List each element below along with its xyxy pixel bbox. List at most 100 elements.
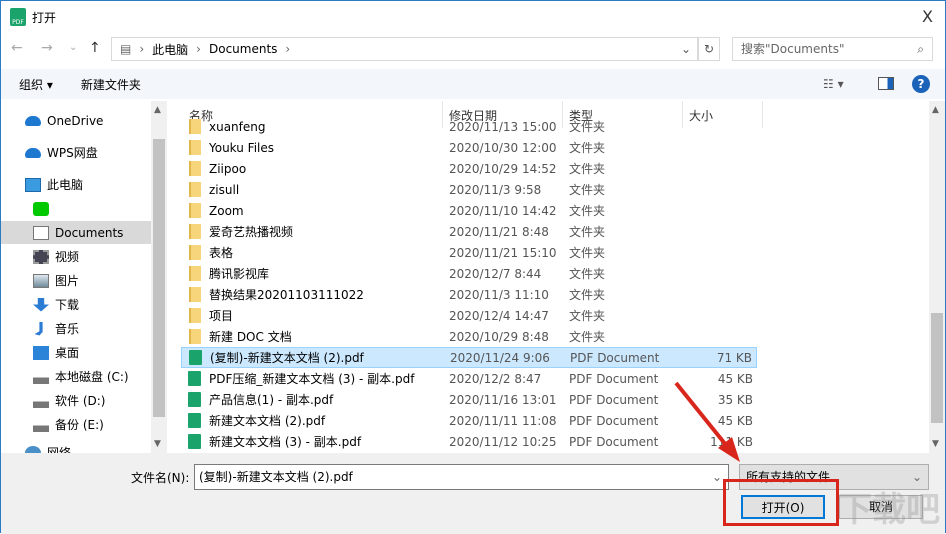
file-name: Zoom [209,203,244,218]
filename-value: (复制)-新建文本文档 (2).pdf [199,470,353,484]
back-button[interactable]: ← [11,40,23,56]
breadcrumb-separator: › [285,42,291,56]
search-input[interactable]: 搜索"Documents" ⌕ [732,37,933,61]
file-row[interactable]: xuanfeng 2020/11/13 15:00 文件夹 [181,116,757,137]
file-row[interactable]: Ziipoo 2020/10/29 14:52 文件夹 [181,158,757,179]
file-type: PDF Document [569,413,659,428]
file-date: 2020/10/29 14:52 [449,161,557,176]
address-bar[interactable]: ▤ › 此电脑 › Documents › ⌄ [111,37,698,61]
sidebar-item[interactable]: OneDrive [1,109,151,132]
file-name: (复制)-新建文本文档 (2).pdf [210,351,364,365]
music-icon [34,321,43,336]
sidebar-item[interactable]: 音乐 [1,317,151,340]
sidebar-item[interactable]: 网络 [1,441,151,453]
file-list-scroll-thumb[interactable] [931,313,943,423]
file-row[interactable]: zisull 2020/11/3 9:58 文件夹 [181,179,757,200]
file-row[interactable]: 产品信息(1) - 副本.pdf 2020/11/16 13:01 PDF Docu… [181,389,757,410]
file-date: 2020/11/24 9:06 [450,350,550,365]
file-type: 文件夹 [569,141,606,155]
sidebar-item[interactable]: 软件 (D:) [1,389,151,412]
file-name: PDF压缩_新建文本文档 (3) - 副本.pdf [209,372,415,386]
file-row[interactable]: 腾讯影视库 2020/12/7 8:44 文件夹 [181,263,757,284]
file-date: 2020/11/3 11:10 [449,287,549,302]
file-row[interactable]: 项目 2020/12/4 14:47 文件夹 [181,305,757,326]
file-name: Youku Files [209,140,275,155]
breadcrumb-separator: › [139,42,145,56]
file-row[interactable]: 新建文本文档 (3) - 副本.pdf 2020/11/12 10:25 PDF D… [181,431,757,452]
sidebar-item[interactable]: 备份 (E:) [1,413,151,436]
breadcrumb-documents[interactable]: Documents [209,42,277,56]
close-button[interactable]: X [922,7,933,26]
refresh-button[interactable]: ↻ [698,37,720,61]
file-list-scrollbar[interactable]: ▲ ▼ [929,101,945,453]
file-date: 2020/11/3 9:58 [449,182,542,197]
sidebar-item[interactable]: 下载 [1,293,151,316]
sidebar-item[interactable]: 视频 [1,245,151,268]
file-name: 产品信息(1) - 副本.pdf [209,393,334,407]
file-row[interactable]: (复制)-新建文本文档 (2).pdf 2020/11/24 9:06 PDF Do… [181,347,757,368]
file-type: PDF Document [569,392,659,407]
sidebar-item[interactable]: WPS网盘 [1,141,151,164]
sidebar-item[interactable]: 本地磁盘 (C:) [1,365,151,388]
sidebar-scrollbar[interactable]: ▲ ▼ [151,101,167,453]
file-row[interactable]: Zoom 2020/11/10 14:42 文件夹 [181,200,757,221]
recent-locations-button[interactable]: ⌄ [69,42,77,53]
help-button[interactable]: ? [912,75,930,93]
file-type: PDF Document [569,371,659,386]
drive-icon [33,417,49,432]
sidebar-item-label: 图片 [55,274,80,288]
sidebar-item-label: WPS网盘 [47,146,98,160]
sidebar-item-label: OneDrive [47,113,104,128]
cloud-icon [25,115,41,126]
sidebar-item[interactable]: 此电脑 [1,173,151,196]
picture-icon [33,273,49,288]
filename-input[interactable]: (复制)-新建文本文档 (2).pdf ⌄ [194,464,729,490]
file-date: 2020/11/16 13:01 [449,392,557,407]
file-date: 2020/11/10 14:42 [449,203,557,218]
file-date: 2020/11/13 15:00 [449,119,557,134]
file-date: 2020/11/21 8:48 [449,224,549,239]
file-name: 新建文本文档 (2).pdf [209,414,326,428]
sort-ascending-icon: ^ [307,101,316,108]
sidebar-item-label: 网络 [47,446,72,453]
sidebar-item[interactable]: 图片 [1,269,151,292]
sidebar-item[interactable] [1,197,151,220]
sidebar-item-label: 下载 [55,298,80,312]
new-folder-button[interactable]: 新建文件夹 [81,76,141,93]
pdf-app-icon: PDF [10,8,26,26]
sidebar-item-label: 软件 (D:) [55,394,106,408]
file-row[interactable]: 替换结果20201103111022 2020/11/3 11:10 文件夹 [181,284,757,305]
address-dropdown-icon[interactable]: ⌄ [681,42,691,56]
download-icon [33,297,49,312]
up-button[interactable]: ↑ [89,40,101,56]
file-date: 2020/11/11 11:08 [449,413,557,428]
file-row[interactable]: Youku Files 2020/10/30 12:00 文件夹 [181,137,757,158]
chevron-down-icon[interactable]: ⌄ [712,465,722,489]
file-size: 35 KB [717,392,753,407]
breadcrumb-this-pc[interactable]: 此电脑 [152,41,188,58]
computer-icon [25,177,41,192]
file-row[interactable]: 表格 2020/11/21 15:10 文件夹 [181,242,757,263]
file-type: 文件夹 [569,246,606,260]
file-name: Ziipoo [209,161,247,176]
folder-icon [189,182,201,197]
folder-icon [189,161,201,176]
file-row[interactable]: 新建文本文档 (2).pdf 2020/11/11 11:08 PDF Docume… [181,410,757,431]
folder-icon [189,266,201,281]
pdf-file-icon [188,434,201,449]
file-row[interactable]: 新建 DOC 文档 2020/10/29 8:48 文件夹 [181,326,757,347]
file-date: 2020/12/7 8:44 [449,266,542,281]
pdf-file-icon [188,392,201,407]
sidebar-item[interactable]: Documents [1,221,151,244]
forward-button[interactable]: → [41,40,53,56]
file-name: 替换结果20201103111022 [209,288,364,302]
file-type: 文件夹 [569,309,606,323]
file-date: 2020/10/30 12:00 [449,140,557,155]
view-options-button[interactable]: ☷ ▾ [823,77,844,91]
sidebar-item[interactable]: 桌面 [1,341,151,364]
file-row[interactable]: PDF压缩_新建文本文档 (3) - 副本.pdf 2020/12/2 8:47 P… [181,368,757,389]
organize-menu[interactable]: 组织 ▾ [19,76,53,93]
file-row[interactable]: 爱奇艺热播视频 2020/11/21 8:48 文件夹 [181,221,757,242]
sidebar-scroll-thumb[interactable] [153,139,165,417]
preview-pane-icon[interactable] [878,77,894,90]
